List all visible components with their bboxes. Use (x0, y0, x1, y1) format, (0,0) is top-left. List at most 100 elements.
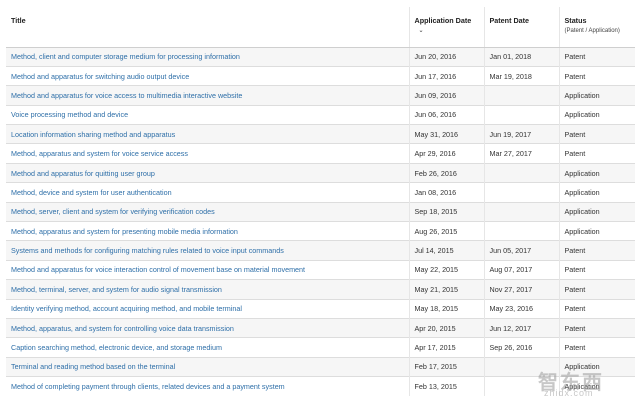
application-date-cell-text: Feb 13, 2015 (414, 382, 457, 392)
patent-title-link[interactable]: Method, apparatus and system for present… (11, 227, 238, 236)
application-date-cell-text: Apr 17, 2015 (414, 343, 456, 353)
patent-date-cell-text: Sep 26, 2016 (489, 343, 533, 353)
status-cell: Application (558, 201, 635, 222)
title-cell[interactable]: Voice processing method and device (6, 104, 409, 125)
patent-date-cell-text: Jun 12, 2017 (489, 323, 532, 333)
column-header-title[interactable]: Title (6, 7, 409, 48)
status-cell-text: Patent (564, 129, 586, 139)
table-row: Method and apparatus for quitting user g… (6, 162, 635, 183)
patent-title-link[interactable]: Identity verifying method, account acqui… (11, 304, 242, 313)
column-header-status-label: Status (564, 16, 587, 25)
application-date-cell-text: Jun 09, 2016 (414, 90, 457, 100)
patent-title-link[interactable]: Terminal and reading method based on the… (11, 362, 175, 371)
status-cell: Application (558, 162, 635, 183)
patent-title-link[interactable]: Voice processing method and device (11, 110, 128, 119)
status-cell-text: Patent (564, 246, 586, 256)
patent-date-cell: Mar 27, 2017 (483, 143, 559, 164)
title-cell[interactable]: Identity verifying method, account acqui… (6, 298, 409, 319)
table-header: Title Application Date ⌄ Patent Date Stat… (6, 7, 635, 48)
application-date-cell: Jul 14, 2015 (408, 240, 484, 261)
application-date-cell: Jun 06, 2016 (408, 104, 484, 125)
application-date-cell-text: May 18, 2015 (414, 304, 459, 314)
title-cell[interactable]: Method and apparatus for quitting user g… (6, 162, 409, 183)
title-cell[interactable]: Caption searching method, electronic dev… (6, 337, 409, 358)
column-header-patent-date-label: Patent Date (489, 16, 530, 25)
patent-title-link[interactable]: Method and apparatus for voice interacti… (11, 265, 305, 274)
status-cell-text: Patent (564, 323, 586, 333)
title-cell[interactable]: Method, server, client and system for ve… (6, 201, 409, 222)
patent-title-link[interactable]: Method of completing payment through cli… (11, 382, 285, 391)
patent-title-link[interactable]: Method and apparatus for quitting user g… (11, 169, 155, 178)
table-row: Method, server, client and system for ve… (6, 201, 635, 222)
title-cell[interactable]: Terminal and reading method based on the… (6, 356, 409, 377)
sort-descending-icon[interactable]: ⌄ (419, 27, 424, 36)
table-row: Method, client and computer storage medi… (6, 46, 635, 67)
patent-date-cell (483, 182, 559, 203)
column-header-patent-date[interactable]: Patent Date (483, 7, 559, 48)
patent-date-cell-text: Mar 19, 2018 (489, 71, 532, 81)
column-header-application-date[interactable]: Application Date ⌄ (408, 7, 484, 48)
status-cell: Patent (558, 240, 635, 261)
application-date-cell: Jun 20, 2016 (408, 46, 484, 67)
title-cell[interactable]: Location information sharing method and … (6, 124, 409, 144)
patent-date-cell: Mar 19, 2018 (483, 65, 559, 86)
patent-title-link[interactable]: Method, server, client and system for ve… (11, 207, 215, 216)
application-date-cell-text: Sep 18, 2015 (414, 207, 458, 217)
application-date-cell: May 22, 2015 (408, 259, 484, 280)
patent-date-cell: Sep 26, 2016 (483, 337, 559, 358)
application-date-cell: Apr 17, 2015 (408, 337, 484, 358)
patent-date-cell (483, 85, 559, 106)
patent-title-link[interactable]: Caption searching method, electronic dev… (11, 343, 222, 352)
patent-title-link[interactable]: Method and apparatus for switching audio… (11, 72, 189, 81)
application-date-cell: Sep 18, 2015 (408, 201, 484, 222)
status-cell: Application (558, 221, 635, 241)
table-row: Method, terminal, server, and system for… (6, 279, 635, 300)
title-cell[interactable]: Method and apparatus for voice interacti… (6, 259, 409, 280)
patent-date-cell: Aug 07, 2017 (483, 259, 559, 280)
patent-title-link[interactable]: Method, terminal, server, and system for… (11, 285, 222, 294)
status-cell-text: Patent (564, 52, 586, 62)
patent-title-link[interactable]: Method, apparatus, and system for contro… (11, 324, 234, 333)
status-cell: Patent (558, 143, 635, 164)
patent-table-container: Title Application Date ⌄ Patent Date Stat… (6, 7, 635, 397)
title-cell[interactable]: Method, apparatus, and system for contro… (6, 317, 409, 338)
patent-title-link[interactable]: Systems and methods for configuring matc… (11, 246, 284, 255)
status-cell-text: Patent (564, 149, 586, 159)
application-date-cell: May 31, 2016 (408, 124, 484, 144)
patent-date-cell-text: Nov 27, 2017 (489, 284, 533, 294)
table-row: Location information sharing method and … (6, 124, 635, 144)
patent-date-cell: Jun 12, 2017 (483, 317, 559, 338)
application-date-cell-text: Aug 26, 2015 (414, 226, 458, 236)
status-cell-text: Application (564, 207, 600, 217)
status-cell: Patent (558, 298, 635, 319)
application-date-cell-text: Apr 20, 2015 (414, 323, 456, 333)
status-cell-text: Patent (564, 304, 586, 314)
patent-date-cell-text: Jun 19, 2017 (489, 129, 532, 139)
title-cell[interactable]: Method, terminal, server, and system for… (6, 279, 409, 300)
title-cell[interactable]: Method of completing payment through cli… (6, 376, 409, 397)
patent-date-cell: Jan 01, 2018 (483, 46, 559, 67)
column-header-status[interactable]: Status (Patent / Application) (558, 7, 635, 48)
table-row: Method and apparatus for voice interacti… (6, 259, 635, 280)
title-cell[interactable]: Method, apparatus and system for voice s… (6, 143, 409, 164)
title-cell[interactable]: Method and apparatus for voice access to… (6, 85, 409, 106)
application-date-cell-text: Apr 29, 2016 (414, 149, 456, 159)
patent-title-link[interactable]: Method, apparatus and system for voice s… (11, 149, 188, 158)
patent-title-link[interactable]: Method, client and computer storage medi… (11, 52, 240, 61)
title-cell[interactable]: Method, device and system for user authe… (6, 182, 409, 203)
patent-date-cell-text: May 23, 2016 (489, 304, 534, 314)
patent-title-link[interactable]: Method, device and system for user authe… (11, 188, 172, 197)
title-cell[interactable]: Systems and methods for configuring matc… (6, 240, 409, 261)
application-date-cell: Jun 09, 2016 (408, 85, 484, 106)
title-cell[interactable]: Method and apparatus for switching audio… (6, 65, 409, 86)
application-date-cell: Aug 26, 2015 (408, 221, 484, 241)
status-cell: Application (558, 182, 635, 203)
table-row: Method and apparatus for voice access to… (6, 85, 635, 106)
title-cell[interactable]: Method, apparatus and system for present… (6, 221, 409, 241)
patent-title-link[interactable]: Location information sharing method and … (11, 130, 175, 139)
title-cell[interactable]: Method, client and computer storage medi… (6, 46, 409, 67)
application-date-cell-text: May 31, 2016 (414, 129, 459, 139)
table-header-row: Title Application Date ⌄ Patent Date Stat… (6, 7, 635, 48)
patent-title-link[interactable]: Method and apparatus for voice access to… (11, 91, 242, 100)
table-row: Identity verifying method, account acqui… (6, 298, 635, 319)
